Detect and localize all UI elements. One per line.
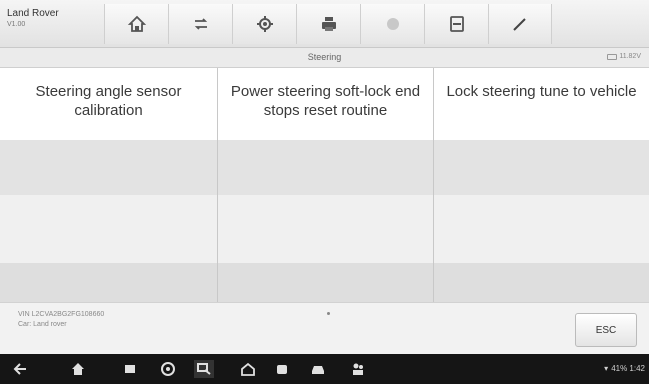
empty-cell bbox=[0, 195, 218, 263]
function-steering-angle-calibration[interactable]: Steering angle sensor calibration bbox=[0, 68, 218, 140]
cast-button[interactable] bbox=[194, 360, 214, 378]
table-row bbox=[0, 195, 649, 263]
brand-name: Land Rover bbox=[7, 8, 59, 19]
help-icon bbox=[386, 18, 399, 30]
function-label: Lock steering tune to vehicle bbox=[446, 83, 637, 100]
empty-cell bbox=[434, 263, 649, 302]
function-label: Steering angle sensor calibration bbox=[35, 83, 182, 119]
browser-icon bbox=[161, 362, 175, 376]
esc-button[interactable]: ESC bbox=[575, 313, 637, 347]
vci-button[interactable] bbox=[272, 360, 292, 378]
save-icon bbox=[449, 16, 464, 32]
edit-icon bbox=[513, 18, 526, 31]
print-icon bbox=[321, 17, 336, 31]
page-indicator-dot bbox=[327, 312, 330, 315]
save-button[interactable] bbox=[424, 4, 488, 44]
back-button[interactable] bbox=[10, 360, 30, 378]
function-label: Power steering soft-lock end stops reset… bbox=[230, 83, 421, 119]
cast-icon bbox=[197, 363, 211, 375]
empty-cell bbox=[0, 140, 218, 195]
vin-text: VIN L2CVA2BG2FG108660 bbox=[18, 311, 105, 318]
help-button[interactable] bbox=[360, 4, 424, 44]
car-icon bbox=[312, 366, 324, 374]
home-button[interactable] bbox=[104, 4, 168, 44]
browser-button[interactable] bbox=[158, 360, 178, 378]
top-toolbar: Land Rover V1.00 bbox=[0, 0, 649, 48]
table-row bbox=[0, 140, 649, 195]
page-title: Steering bbox=[307, 52, 342, 62]
home-icon bbox=[72, 363, 84, 375]
function-soft-lock-reset[interactable]: Power steering soft-lock end stops reset… bbox=[218, 68, 434, 140]
footer-bar: VIN L2CVA2BG2FG108660 Car: Land rover ES… bbox=[0, 302, 649, 354]
settings-button[interactable] bbox=[232, 4, 296, 44]
function-grid: Steering angle sensor calibration Power … bbox=[0, 68, 649, 302]
vehicle-info: VIN L2CVA2BG2FG108660 Car: Land rover bbox=[18, 310, 104, 330]
android-navbar: ▾ 41% 1:42 bbox=[0, 354, 649, 384]
status-area: ▾ 41% 1:42 bbox=[604, 364, 645, 373]
vehicle-swap-icon bbox=[194, 18, 207, 30]
battery-icon bbox=[607, 53, 618, 60]
wifi-icon: ▾ bbox=[604, 364, 609, 373]
people-button[interactable] bbox=[348, 360, 368, 378]
settings-icon bbox=[256, 16, 273, 32]
battery-voltage: 11.82V bbox=[607, 53, 641, 60]
empty-cell bbox=[218, 263, 434, 302]
back-icon bbox=[13, 363, 26, 375]
empty-cell bbox=[434, 195, 649, 263]
recent-apps-icon bbox=[125, 365, 135, 373]
function-lock-steering-tune[interactable]: Lock steering tune to vehicle bbox=[434, 68, 649, 140]
empty-cell bbox=[0, 263, 218, 302]
vehicle-swap-button[interactable] bbox=[168, 4, 232, 44]
toolbar-buttons bbox=[104, 2, 552, 46]
home-icon bbox=[127, 15, 146, 32]
empty-cell bbox=[218, 140, 434, 195]
empty-cell bbox=[434, 140, 649, 195]
vci-icon bbox=[277, 365, 287, 374]
sub-header: Steering 11.82V bbox=[0, 48, 649, 68]
maxisys-home-button[interactable] bbox=[238, 360, 258, 378]
people-icon bbox=[353, 363, 363, 375]
empty-cell bbox=[218, 195, 434, 263]
table-row: Steering angle sensor calibration Power … bbox=[0, 68, 649, 140]
android-home-button[interactable] bbox=[68, 360, 88, 378]
maxisys-home-icon bbox=[241, 362, 255, 376]
brand-version: V1.00 bbox=[7, 21, 26, 28]
edit-button[interactable] bbox=[488, 4, 552, 44]
status-text: 41% 1:42 bbox=[611, 364, 645, 373]
voltage-value: 11.82V bbox=[619, 53, 641, 60]
print-button[interactable] bbox=[296, 4, 360, 44]
car-button[interactable] bbox=[308, 360, 328, 378]
table-row bbox=[0, 263, 649, 302]
brand: Land Rover V1.00 bbox=[7, 8, 102, 40]
recent-apps-button[interactable] bbox=[120, 360, 140, 378]
car-text: Car: Land rover bbox=[18, 321, 67, 328]
